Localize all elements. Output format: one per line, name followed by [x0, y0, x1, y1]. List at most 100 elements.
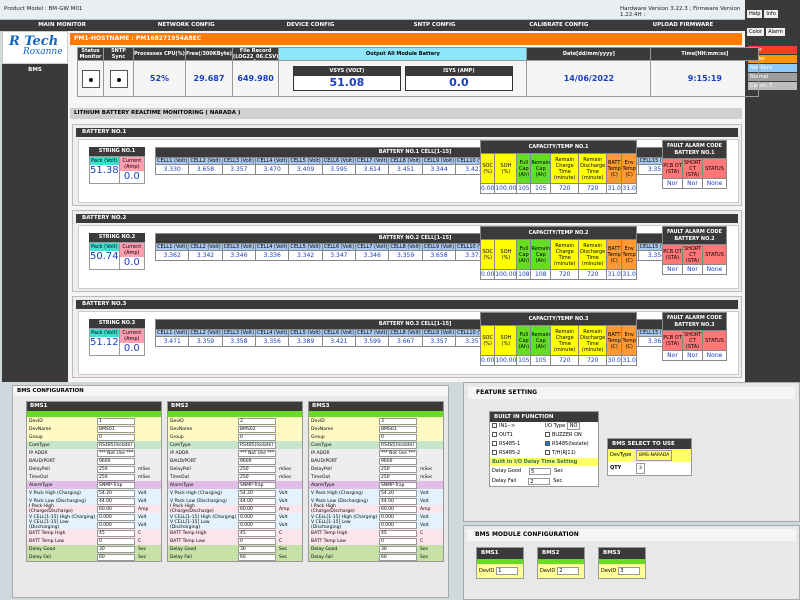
bms-column-title: BMS1: [27, 402, 161, 411]
field-input-comtype[interactable]: RS485(Isolate): [97, 441, 135, 449]
field-input-baud[interactable]: 9600: [97, 457, 135, 465]
cell-value: 3.358: [221, 336, 257, 347]
module-devid-input[interactable]: 1: [496, 567, 519, 575]
field-input-dgood[interactable]: 30: [379, 545, 417, 553]
io-type-select[interactable]: NO: [566, 422, 581, 430]
nav-device-config[interactable]: DEVICE CONFIG: [248, 20, 372, 31]
field-input-devid[interactable]: 1: [97, 417, 135, 425]
field-input-devname[interactable]: BMS03: [379, 425, 417, 433]
field-input-alarmtype[interactable]: SNMP-Trap: [238, 481, 276, 489]
field-input-group[interactable]: 0: [238, 433, 276, 441]
field-input-vpl[interactable]: 44.00: [238, 497, 276, 505]
field-input-comtype[interactable]: RS485(Isolate): [379, 441, 417, 449]
field-input-ip[interactable]: *** Not Use ***: [238, 449, 276, 457]
out1-checkbox[interactable]: [492, 432, 497, 437]
field-input-baud[interactable]: 9600: [238, 457, 276, 465]
rs485-1-checkbox[interactable]: [492, 441, 497, 446]
field-input-vpl[interactable]: 44.00: [379, 497, 417, 505]
field-input-devname[interactable]: BMS02: [238, 425, 276, 433]
nav-calibrate-config[interactable]: CALIBRATE CONFIG: [497, 20, 621, 31]
battery-section: BATTERY NO.1 STRING NO.1 Pack (Volt) 51.3…: [72, 124, 742, 206]
field-input-delaypoll[interactable]: 250: [97, 465, 135, 473]
field-input-vph[interactable]: 54.20: [379, 489, 417, 497]
field-input-iph[interactable]: 60.00: [379, 505, 417, 513]
capacity-header: Remain Cap (Ah): [530, 153, 552, 184]
info-link[interactable]: Info: [764, 10, 778, 18]
nav-main-monitor[interactable]: MAIN MONITOR: [0, 20, 124, 31]
field-input-vcl[interactable]: 0.000: [238, 521, 276, 529]
time-header: Time[HH:mm:ss]: [650, 47, 760, 61]
field-input-dgood[interactable]: 30: [97, 545, 135, 553]
sidebar: BMS: [2, 64, 68, 382]
field-input-timeout[interactable]: 250: [379, 473, 417, 481]
field-input-dgood[interactable]: 30: [238, 545, 276, 553]
field-input-timeout[interactable]: 250: [97, 473, 135, 481]
field-input-group[interactable]: 0: [379, 433, 417, 441]
capacity-value: 720: [578, 269, 608, 280]
rs485-2-checkbox[interactable]: [492, 450, 497, 455]
field-input-devname[interactable]: BMS01: [97, 425, 135, 433]
field-input-vph[interactable]: 54.20: [97, 489, 135, 497]
cell-header: CELL4 (Volt): [255, 157, 290, 165]
field-input-baud[interactable]: 9600: [379, 457, 417, 465]
field-input-vpl[interactable]: 44.00: [97, 497, 135, 505]
field-input-vch[interactable]: 0.000: [97, 513, 135, 521]
field-input-btl[interactable]: 0: [379, 537, 417, 545]
field-input-btl[interactable]: 0: [97, 537, 135, 545]
field-input-delaypoll[interactable]: 250: [379, 465, 417, 473]
current-label: Current (Amp): [119, 243, 144, 257]
module-devid-input[interactable]: 2: [557, 567, 580, 575]
field-input-dfail[interactable]: 60: [379, 553, 417, 561]
field-input-dfail[interactable]: 60: [238, 553, 276, 561]
field-input-vcl[interactable]: 0.000: [97, 521, 135, 529]
field-input-bth[interactable]: 45: [379, 529, 417, 537]
field-input-vch[interactable]: 0.000: [238, 513, 276, 521]
in1-checkbox[interactable]: [492, 423, 497, 428]
buzzer-checkbox[interactable]: [545, 432, 550, 437]
field-input-dfail[interactable]: 60: [97, 553, 135, 561]
help-link[interactable]: Help: [747, 10, 763, 18]
date-value: 14/06/2022: [526, 60, 652, 97]
field-input-devid[interactable]: 2: [238, 417, 276, 425]
field-label-delaypoll: DelayPoll: [311, 466, 332, 472]
field-input-devid[interactable]: 3: [379, 417, 417, 425]
field-input-ip[interactable]: *** Not Use ***: [97, 449, 135, 457]
field-input-bth[interactable]: 45: [238, 529, 276, 537]
fault-value: Nor: [662, 350, 683, 361]
delay-good-input[interactable]: 5: [529, 467, 552, 475]
capacity-table: CAPACITY/TEMP NO.3 SOC (%) SOH (%) Full Ca…: [479, 312, 638, 366]
field-input-iph[interactable]: 60.00: [97, 505, 135, 513]
sidebar-item-bms[interactable]: BMS: [2, 67, 68, 73]
bms-configuration: BMS CONFIGURATION BMS1 DevID 1 DevName B…: [12, 385, 449, 598]
th-checkbox[interactable]: [545, 450, 550, 455]
nav-upload-firmware[interactable]: UPLOAD FIRMWARE: [621, 20, 745, 31]
field-input-timeout[interactable]: 250: [238, 473, 276, 481]
qty-select[interactable]: 3: [636, 463, 645, 474]
rs485-isolate-checkbox[interactable]: [545, 441, 550, 446]
field-input-alarmtype[interactable]: SNMP-Trap: [379, 481, 417, 489]
field-label-dgood: Delay Good: [170, 546, 197, 552]
field-input-ip[interactable]: *** Not Use ***: [379, 449, 417, 457]
nav-network-config[interactable]: NETWORK CONFIG: [124, 20, 248, 31]
field-input-vcl[interactable]: 0.000: [379, 521, 417, 529]
field-input-vph[interactable]: 54.20: [238, 489, 276, 497]
field-input-alarmtype[interactable]: SNMP-Trap: [97, 481, 135, 489]
cell-header: CELL7 (Volt): [355, 157, 390, 165]
field-input-iph[interactable]: 60.00: [238, 505, 276, 513]
field-unit: C: [138, 530, 142, 536]
field-input-bth[interactable]: 45: [97, 529, 135, 537]
fault-value: Nor: [662, 178, 683, 189]
field-input-group[interactable]: 0: [97, 433, 135, 441]
field-input-delaypoll[interactable]: 250: [238, 465, 276, 473]
fault-header: SHORT CT (STA): [682, 330, 703, 351]
field-input-btl[interactable]: 0: [238, 537, 276, 545]
module-devid-input[interactable]: 3: [618, 567, 641, 575]
field-input-comtype[interactable]: RS485(Isolate): [238, 441, 276, 449]
nav-sntp-config[interactable]: SNTP CONFIG: [373, 20, 497, 31]
delay-fail-label: Delay Fail: [492, 478, 517, 484]
devtype-select[interactable]: BMS-NARADA: [636, 450, 673, 461]
delay-fail-input[interactable]: 2: [528, 477, 551, 485]
fault-header: STATUS: [702, 158, 727, 179]
field-input-vch[interactable]: 0.000: [379, 513, 417, 521]
battery-inner: STRING NO.1 Pack (Volt) 51.38 Current (Am…: [78, 139, 739, 203]
